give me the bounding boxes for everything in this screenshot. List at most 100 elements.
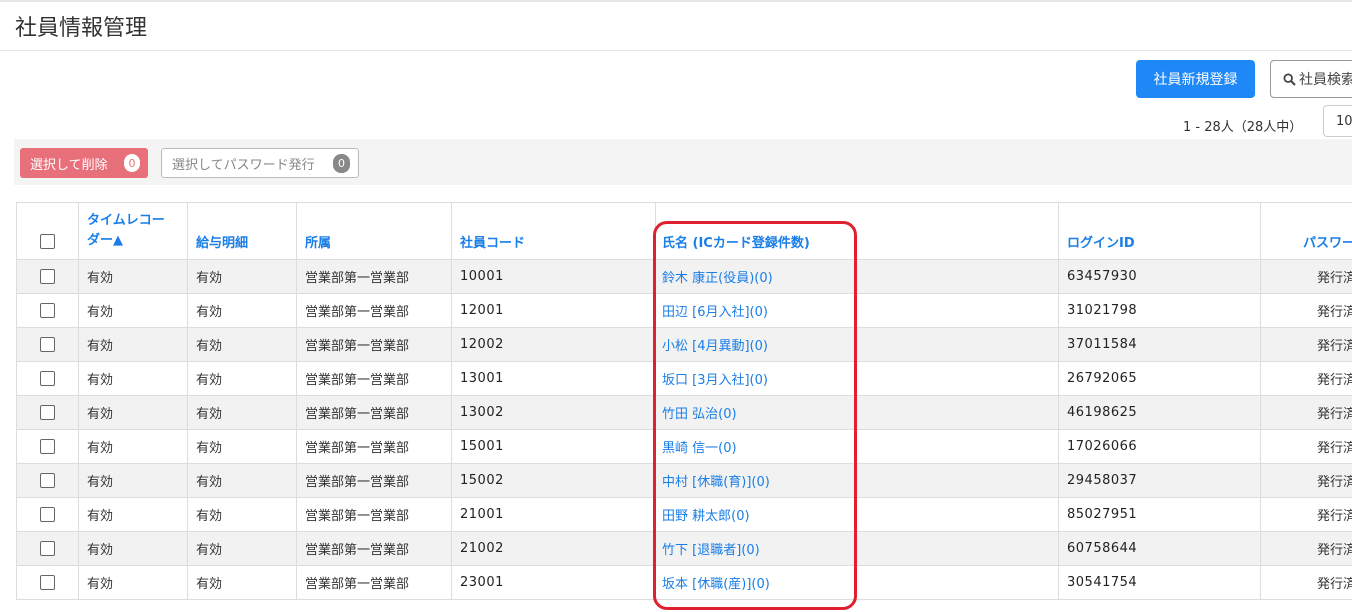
payslip-cell: 有効	[187, 361, 297, 396]
row-checkbox[interactable]	[40, 303, 55, 318]
row-checkbox-cell	[16, 463, 79, 498]
row-checkbox-cell	[16, 565, 79, 600]
password-cell: 発行済	[1260, 531, 1352, 566]
col-timerecorder[interactable]: タイムレコーダー▲	[78, 202, 188, 260]
table-row: 有効 有効 営業部第一営業部 23001 坂本 [休職(産)](0) 30541754 発行…	[16, 565, 1352, 600]
code-cell: 10001	[451, 259, 656, 294]
row-checkbox[interactable]	[40, 269, 55, 284]
timerecorder-cell: 有効	[78, 429, 188, 464]
table-row: 有効 有効 営業部第一営業部 15002 中村 [休職(育)](0) 29458037 発行…	[16, 463, 1352, 498]
login-cell: 63457930	[1058, 259, 1261, 294]
issue-password-button[interactable]: 選択してパスワード発行 0	[161, 148, 359, 178]
payslip-cell: 有効	[187, 395, 297, 430]
dept-cell: 営業部第一営業部	[296, 565, 452, 600]
issue-password-label: 選択してパスワード発行	[172, 157, 315, 173]
code-cell: 21001	[451, 497, 656, 532]
name-cell: 坂口 [3月入社](0)	[655, 361, 1059, 396]
password-cell: 発行済	[1260, 327, 1352, 362]
new-employee-button[interactable]: 社員新規登録	[1136, 60, 1255, 98]
dept-cell: 営業部第一営業部	[296, 463, 452, 498]
payslip-cell: 有効	[187, 531, 297, 566]
dept-cell: 営業部第一営業部	[296, 327, 452, 362]
row-checkbox-cell	[16, 395, 79, 430]
employee-name-link[interactable]: 田野 耕太郎(0)	[662, 509, 750, 524]
timerecorder-cell: 有効	[78, 361, 188, 396]
timerecorder-cell: 有効	[78, 395, 188, 430]
employee-name-link[interactable]: 坂口 [3月入社](0)	[662, 373, 768, 388]
col-login[interactable]: ログインID	[1058, 202, 1261, 260]
delete-selected-button[interactable]: 選択して削除 0	[20, 148, 148, 178]
row-checkbox[interactable]	[40, 337, 55, 352]
row-checkbox-cell	[16, 327, 79, 362]
row-checkbox[interactable]	[40, 371, 55, 386]
login-cell: 60758644	[1058, 531, 1261, 566]
payslip-cell: 有効	[187, 259, 297, 294]
password-cell: 発行済	[1260, 497, 1352, 532]
timerecorder-cell: 有効	[78, 565, 188, 600]
name-cell: 黒崎 信一(0)	[655, 429, 1059, 464]
password-cell: 発行済	[1260, 361, 1352, 396]
table-row: 有効有効営業部第一営業部21001田野 耕太郎(0)85027951発行済	[16, 497, 1352, 532]
row-checkbox[interactable]	[40, 541, 55, 556]
timerecorder-cell: 有効	[78, 293, 188, 328]
employee-name-link[interactable]: 中村 [休職(育)](0)	[662, 475, 770, 490]
row-checkbox[interactable]	[40, 439, 55, 454]
search-label: 社員検索	[1299, 72, 1352, 88]
code-cell: 13001	[451, 361, 656, 396]
row-checkbox-cell	[16, 361, 79, 396]
row-checkbox-cell	[16, 497, 79, 532]
timerecorder-cell: 有効	[78, 497, 188, 532]
payslip-cell: 有効	[187, 293, 297, 328]
code-cell: 12002	[451, 327, 656, 362]
password-cell: 発行済	[1260, 395, 1352, 430]
employee-name-link[interactable]: 坂本 [休職(産)](0)	[662, 577, 770, 592]
col-password[interactable]: パスワード	[1260, 202, 1352, 260]
table-row: 有効有効営業部第一営業部12001田辺 [6月入社](0)31021798発行済	[16, 293, 1352, 328]
timerecorder-cell: 有効	[78, 327, 188, 362]
select-all-cell	[16, 202, 79, 260]
code-cell: 12001	[451, 293, 656, 328]
col-name[interactable]: 氏名 (ICカード登録件数)	[655, 202, 1059, 260]
row-checkbox-cell	[16, 259, 79, 294]
table-row: 有効有効営業部第一営業部12002小松 [4月異動](0)37011584発行済	[16, 327, 1352, 362]
delete-count-badge: 0	[124, 154, 140, 172]
page-size-select[interactable]: 10	[1323, 105, 1352, 137]
name-cell: 竹田 弘治(0)	[655, 395, 1059, 430]
login-cell: 31021798	[1058, 293, 1261, 328]
timerecorder-cell: 有効	[78, 259, 188, 294]
employee-name-link[interactable]: 竹下 [退職者](0)	[662, 543, 760, 558]
code-cell: 23001	[451, 565, 656, 600]
code-cell: 15001	[451, 429, 656, 464]
row-checkbox[interactable]	[40, 575, 55, 590]
login-cell: 46198625	[1058, 395, 1261, 430]
col-code[interactable]: 社員コード	[451, 202, 656, 260]
employee-name-link[interactable]: 小松 [4月異動](0)	[662, 339, 768, 354]
name-cell: 小松 [4月異動](0)	[655, 327, 1059, 362]
payslip-cell: 有効	[187, 463, 297, 498]
employee-name-link[interactable]: 田辺 [6月入社](0)	[662, 305, 768, 320]
employee-name-link[interactable]: 鈴木 康正(役員)(0)	[662, 271, 773, 286]
employee-name-link[interactable]: 竹田 弘治(0)	[662, 407, 737, 422]
login-cell: 37011584	[1058, 327, 1261, 362]
code-cell: 13002	[451, 395, 656, 430]
dept-cell: 営業部第一営業部	[296, 395, 452, 430]
password-cell: 発行済	[1260, 259, 1352, 294]
employee-name-link[interactable]: 黒崎 信一(0)	[662, 441, 737, 456]
pager-range: 1 - 28人（28人中）	[1183, 120, 1303, 135]
select-all-checkbox[interactable]	[40, 234, 55, 249]
timerecorder-cell: 有効	[78, 463, 188, 498]
row-checkbox[interactable]	[40, 473, 55, 488]
login-cell: 30541754	[1058, 565, 1261, 600]
row-checkbox[interactable]	[40, 507, 55, 522]
name-cell: 中村 [休職(育)](0)	[655, 463, 1059, 498]
employee-search-button[interactable]: 社員検索	[1270, 60, 1352, 98]
col-dept[interactable]: 所属	[296, 202, 452, 260]
row-checkbox-cell	[16, 531, 79, 566]
col-payslip[interactable]: 給与明細	[187, 202, 297, 260]
name-cell: 鈴木 康正(役員)(0)	[655, 259, 1059, 294]
page-title: 社員情報管理	[15, 16, 148, 41]
name-cell: 田辺 [6月入社](0)	[655, 293, 1059, 328]
table-row: 有効有効営業部第一営業部13002竹田 弘治(0)46198625発行済	[16, 395, 1352, 430]
table-header-row: タイムレコーダー▲ 給与明細 所属 社員コード 氏名 (ICカード登録件数) ロ…	[16, 202, 1352, 260]
row-checkbox[interactable]	[40, 405, 55, 420]
